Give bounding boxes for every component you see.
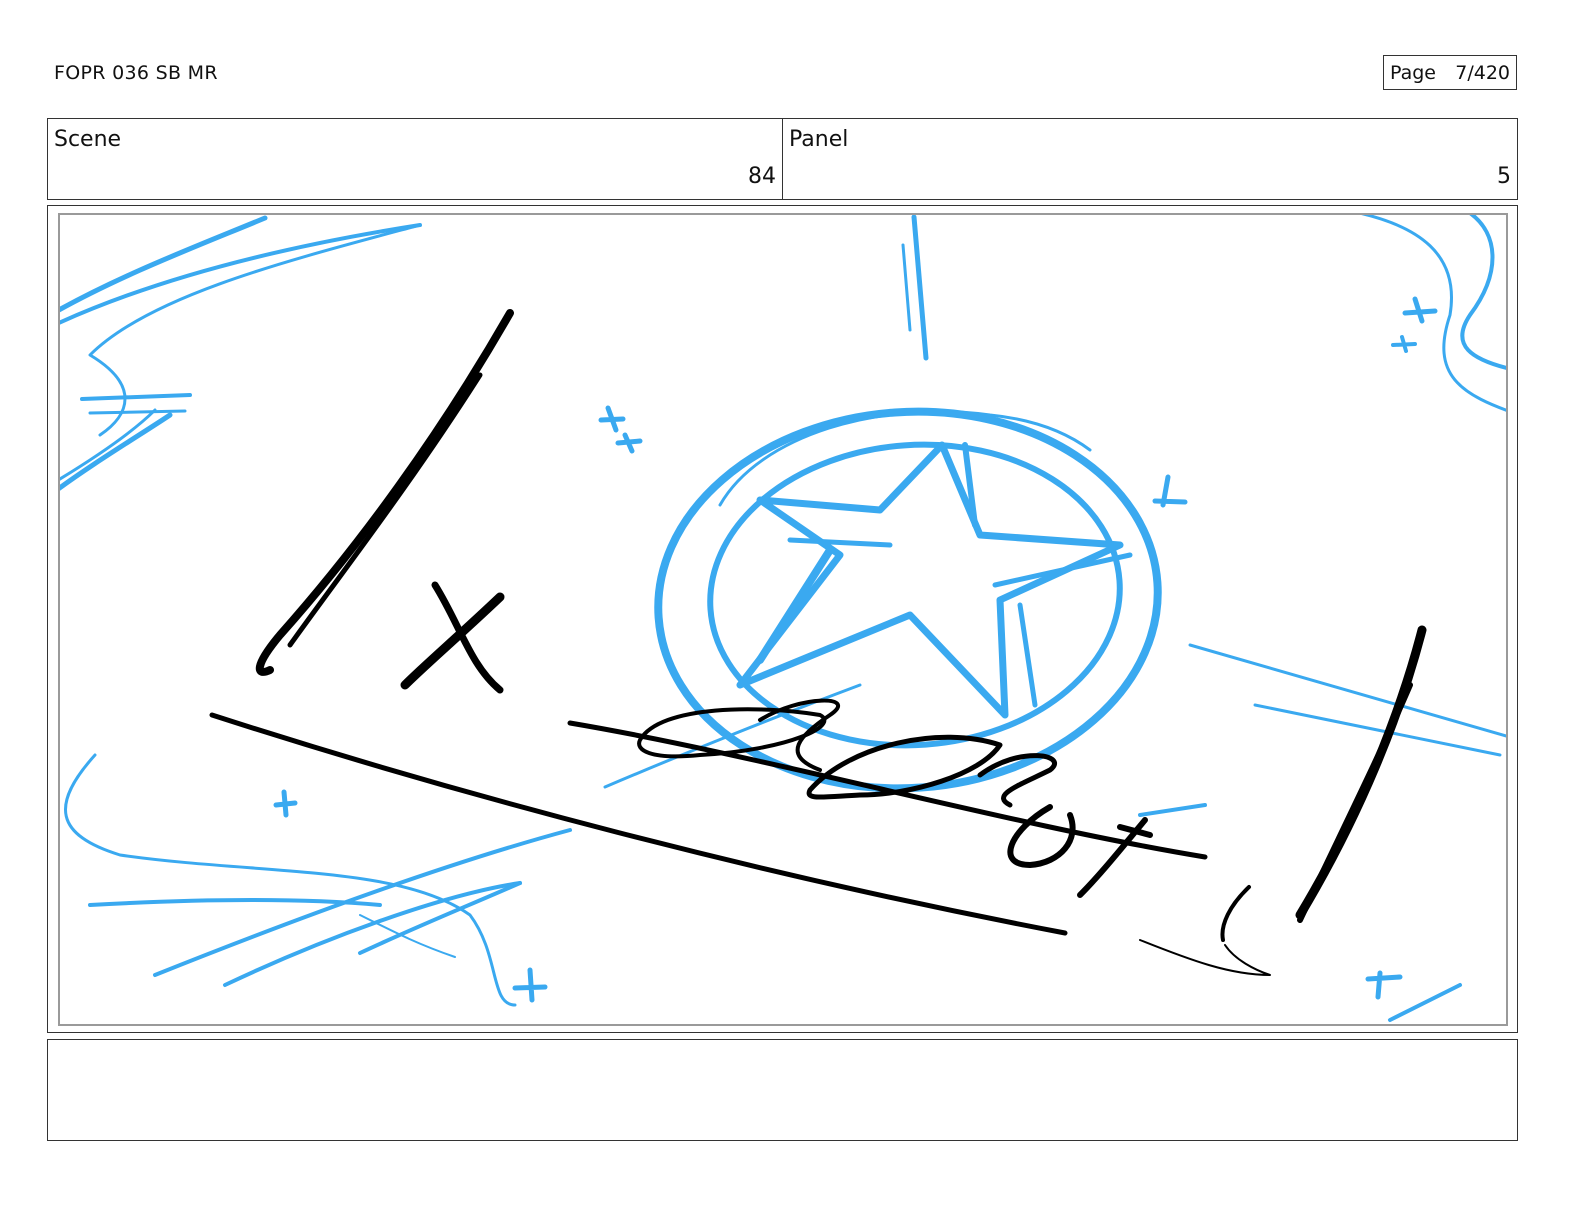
ink-diagonal-right-thick	[1297, 682, 1413, 923]
swoosh-bottom-left-1	[64, 753, 517, 1007]
page-label: Page	[1390, 61, 1436, 84]
scene-cell: Scene 84	[48, 119, 782, 199]
sparkle-1	[598, 405, 626, 433]
swoosh-top-left-5	[60, 408, 157, 481]
star-edge-double-2	[787, 537, 893, 548]
sparkle-3	[1152, 474, 1188, 508]
swoosh-bottom-right	[1388, 983, 1462, 1022]
swoosh-top-right-2	[1460, 215, 1506, 370]
sketch-canvas	[60, 215, 1506, 1022]
vertical-stroke-1	[911, 215, 929, 361]
vertical-stroke-2	[901, 243, 912, 332]
scene-label: Scene	[54, 127, 122, 152]
page-indicator: Page 7/420	[1383, 55, 1517, 90]
sparkle-5	[1391, 335, 1417, 353]
ink-scribble-6	[1077, 817, 1153, 898]
sparkle-7	[512, 967, 548, 1003]
ink-diagonal-right	[1295, 625, 1427, 920]
blue-rough-lines	[60, 215, 1506, 1022]
scene-panel-info-row: Scene 84 Panel 5	[47, 118, 1518, 200]
star-edge-double-5	[992, 552, 1133, 588]
scene-number: 84	[748, 164, 776, 189]
dash-left-1	[80, 393, 192, 401]
panel-cell: Panel 5	[782, 119, 1517, 199]
ink-tick-right	[1220, 885, 1251, 942]
panel-label: Panel	[789, 127, 849, 152]
sparkle-8	[1365, 970, 1403, 1000]
storyboard-panel-drawing	[58, 213, 1508, 1026]
page-value: 7/420	[1455, 61, 1510, 84]
panel-number: 5	[1497, 164, 1511, 189]
cross-line-right-2	[1253, 703, 1502, 757]
dash-left-2	[88, 409, 187, 415]
sparkle-2	[615, 432, 643, 454]
sparkle-6	[273, 789, 298, 818]
doc-id: FOPR 036 SB MR	[54, 62, 218, 84]
dash-under-text	[1138, 803, 1207, 817]
ink-scribble-5	[1007, 804, 1076, 868]
sparkle-4	[1402, 296, 1438, 324]
swoosh-top-left-4	[60, 412, 173, 491]
notes-box	[47, 1039, 1518, 1141]
black-ink-lines	[209, 309, 1427, 976]
swoosh-top-right-1	[1361, 215, 1506, 412]
ink-curve-bottom	[1139, 939, 1271, 976]
cross-line-right-1	[1188, 643, 1506, 738]
swoosh-bottom-left-6	[359, 914, 456, 958]
swoosh-top-left-1	[60, 215, 268, 313]
star-edge-double-4	[1017, 602, 1038, 708]
star-edge-double-3	[756, 546, 834, 664]
